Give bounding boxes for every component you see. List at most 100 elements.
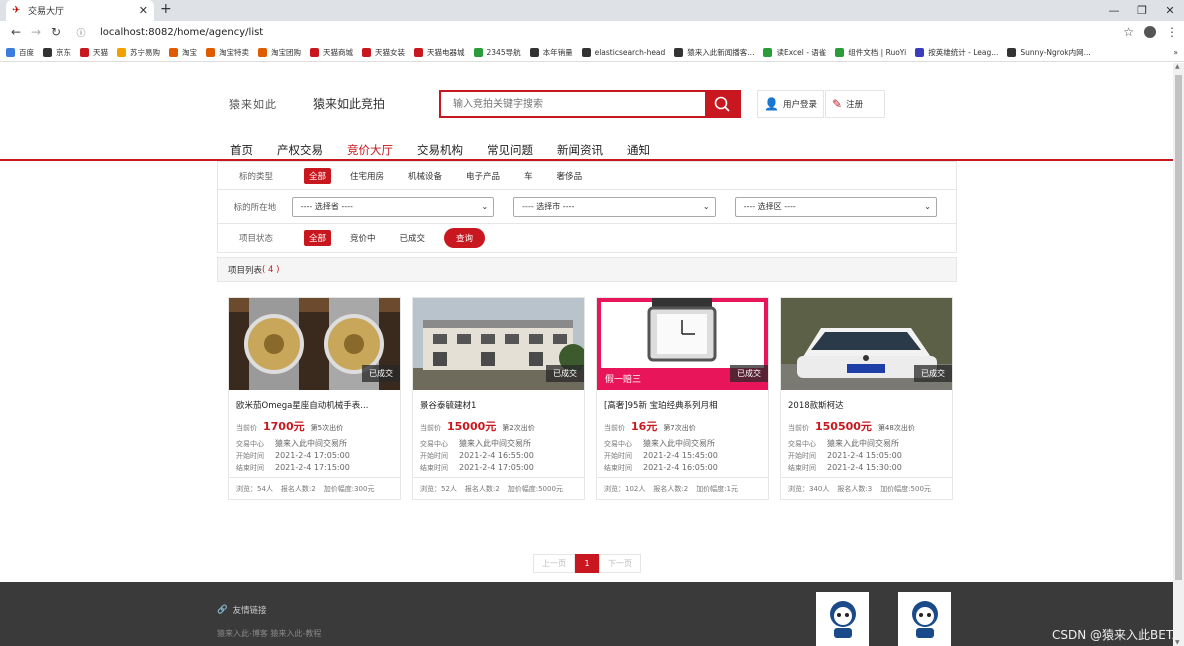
nav-auction-hall[interactable]: 竞价大厅	[347, 142, 393, 158]
item-image-car[interactable]: 已成交	[781, 298, 952, 390]
reload-icon[interactable]: ↻	[46, 25, 66, 39]
back-icon[interactable]: ←	[6, 25, 26, 39]
site-footer: 🔗 友情链接 猿来入此-博客 猿来入此-教程	[0, 582, 1173, 646]
sold-badge: 已成交	[546, 365, 584, 382]
type-tag-electronics[interactable]: 电子产品	[461, 168, 505, 184]
type-tag-car[interactable]: 车	[519, 168, 538, 184]
center-label: 交易中心	[236, 440, 264, 448]
link-icon: 🔗	[217, 605, 228, 615]
friend-links[interactable]: 猿来入此-博客 猿来入此-教程	[217, 628, 321, 639]
status-tag-all[interactable]: 全部	[304, 230, 332, 246]
bookmark-favicon-icon	[473, 47, 483, 57]
end-time: 2021-2-4 17:15:00	[275, 463, 350, 472]
price-label: 当前价	[604, 424, 625, 432]
nav-notice[interactable]: 通知	[627, 142, 650, 158]
bookmark-item[interactable]: 2345导航	[473, 47, 521, 58]
city-select[interactable]: ---- 选择市 ---- ⌄	[513, 196, 716, 217]
search-input[interactable]	[441, 92, 705, 116]
browser-tab[interactable]: ✈ 交易大厅 ✕	[6, 0, 154, 21]
browser-tab-bar: ✈ 交易大厅 ✕ + — ❐ ✕	[0, 0, 1184, 21]
bookmark-item[interactable]: elasticsearch-head	[581, 47, 665, 57]
bookmark-item[interactable]: 本年销量	[529, 47, 573, 58]
main-nav: 首页 产权交易 竞价大厅 交易机构 常见问题 新闻资讯 通知	[230, 142, 674, 158]
bookmark-item[interactable]: 京东	[43, 47, 71, 58]
bookmark-item[interactable]: 百度	[6, 47, 34, 58]
nav-news[interactable]: 新闻资讯	[557, 142, 603, 158]
item-info: 交易中心 猿来入此中间交易所 开始时间 2021-2-4 15:05:00 结束时间…	[788, 438, 945, 474]
tab-close-icon[interactable]: ✕	[139, 4, 148, 17]
item-info: 交易中心 猿来入此中间交易所 开始时间 2021-2-4 16:55:00 结束时间…	[420, 438, 577, 474]
type-tag-machinery[interactable]: 机械设备	[403, 168, 447, 184]
item-title[interactable]: 欧米茄Omega星座自动机械手表...	[236, 399, 393, 411]
bookmarks-more-icon[interactable]: »	[1173, 48, 1178, 57]
url-field[interactable]: localhost:8082/home/agency/list	[100, 27, 263, 38]
type-tag-luxury[interactable]: 奢侈品	[552, 168, 588, 184]
prev-page-button[interactable]: 上一页	[533, 554, 575, 573]
auction-card[interactable]: 已成交 2018款斯柯达 当前价 150500元 第48次出价 交易中心 猿来入此…	[780, 297, 953, 500]
center-label: 交易中心	[604, 440, 632, 448]
forward-icon[interactable]: →	[26, 25, 46, 39]
view-count: 浏览：54人	[236, 484, 273, 493]
type-tag-housing[interactable]: 住宅用房	[345, 168, 389, 184]
status-tag-bidding[interactable]: 竞价中	[345, 230, 381, 246]
watch-ad-text: 假一赔三	[605, 373, 641, 385]
bookmark-favicon-icon	[581, 47, 591, 57]
bookmark-item[interactable]: 猿来入此新闻播客...	[674, 47, 754, 58]
bookmark-item[interactable]: 苏宁易购	[117, 47, 160, 58]
bookmark-item[interactable]: 天猫女装	[362, 47, 405, 58]
nav-home[interactable]: 首页	[230, 142, 253, 158]
browser-menu-icon[interactable]: ⋮	[1166, 25, 1178, 39]
bookmark-item[interactable]: 天猫	[80, 47, 108, 58]
bookmark-label: 淘宝特卖	[219, 47, 249, 57]
district-select[interactable]: ---- 选择区 ---- ⌄	[734, 196, 937, 217]
start-label: 开始时间	[604, 452, 632, 460]
bookmark-item[interactable]: 天猫电器城	[414, 47, 465, 58]
bookmark-item[interactable]: 读Excel - 语雀	[763, 47, 826, 58]
maximize-icon[interactable]: ❐	[1128, 0, 1156, 21]
bookmark-item[interactable]: 天猫商城	[310, 47, 353, 58]
item-title[interactable]: 2018款斯柯达	[788, 399, 945, 411]
item-image-luxury-watch[interactable]: 假一赔三 已成交	[597, 298, 768, 390]
status-tag-sold[interactable]: 已成交	[395, 230, 431, 246]
site-info-icon[interactable]: ⓘ	[73, 28, 89, 40]
item-image-watches[interactable]: 已成交	[229, 298, 400, 390]
bookmark-item[interactable]: 按英雄统计 - Leag...	[915, 47, 998, 58]
close-window-icon[interactable]: ✕	[1156, 0, 1184, 21]
scroll-up-icon[interactable]: ▲	[1175, 63, 1180, 70]
province-select[interactable]: ---- 选择省 ---- ⌄	[291, 196, 495, 217]
new-tab-icon[interactable]: +	[160, 1, 172, 17]
auction-card[interactable]: 假一赔三 已成交 [高奢]95新 宝珀经典系列月相 当前价 16元 第7次出价 …	[596, 297, 769, 500]
scrollbar-thumb[interactable]	[1175, 75, 1182, 580]
bookmark-item[interactable]: Sunny-Ngrok内网...	[1007, 47, 1091, 58]
bookmark-item[interactable]: 淘宝	[169, 47, 197, 58]
nav-agencies[interactable]: 交易机构	[417, 142, 463, 158]
auction-card[interactable]: 已成交 景谷泰毓建材1 当前价 15000元 第2次出价 交易中心 猿来入此中间交…	[412, 297, 585, 500]
sold-badge: 已成交	[730, 365, 768, 382]
page-scrollbar[interactable]: ▲ ▼	[1173, 63, 1184, 646]
bookmark-item[interactable]: 淘宝特卖	[206, 47, 249, 58]
auction-card[interactable]: 已成交 欧米茄Omega星座自动机械手表... 当前价 1700元 第5次出价 …	[228, 297, 401, 500]
profile-avatar-icon[interactable]	[1144, 26, 1156, 38]
bookmark-item[interactable]: 组件文档 | RuoYi	[835, 47, 906, 58]
bid-step: 加价幅度:300元	[323, 484, 375, 493]
item-image-building[interactable]: 已成交	[413, 298, 584, 390]
site-logo[interactable]: 猿来如此	[229, 96, 277, 112]
search-button[interactable]	[705, 92, 739, 116]
nav-property-trade[interactable]: 产权交易	[277, 142, 323, 158]
type-tag-all[interactable]: 全部	[304, 167, 332, 184]
query-button[interactable]: 查询	[444, 228, 486, 248]
item-title[interactable]: 景谷泰毓建材1	[420, 399, 577, 411]
bid-count: 第2次出价	[502, 424, 535, 432]
next-page-button[interactable]: 下一页	[599, 554, 641, 573]
login-button[interactable]: 👤 用户登录	[757, 90, 824, 118]
minimize-icon[interactable]: —	[1100, 0, 1128, 21]
bookmark-favicon-icon	[763, 47, 773, 57]
bookmark-star-icon[interactable]: ☆	[1123, 25, 1134, 39]
bookmark-item[interactable]: 淘宝团购	[258, 47, 301, 58]
page-1-button[interactable]: 1	[575, 554, 599, 573]
current-price: 15000元	[447, 420, 497, 433]
friend-links-heading: 🔗 友情链接	[217, 604, 267, 616]
register-button[interactable]: ✎ 注册	[825, 90, 885, 118]
nav-faq[interactable]: 常见问题	[487, 142, 533, 158]
item-title[interactable]: [高奢]95新 宝珀经典系列月相	[604, 399, 761, 411]
